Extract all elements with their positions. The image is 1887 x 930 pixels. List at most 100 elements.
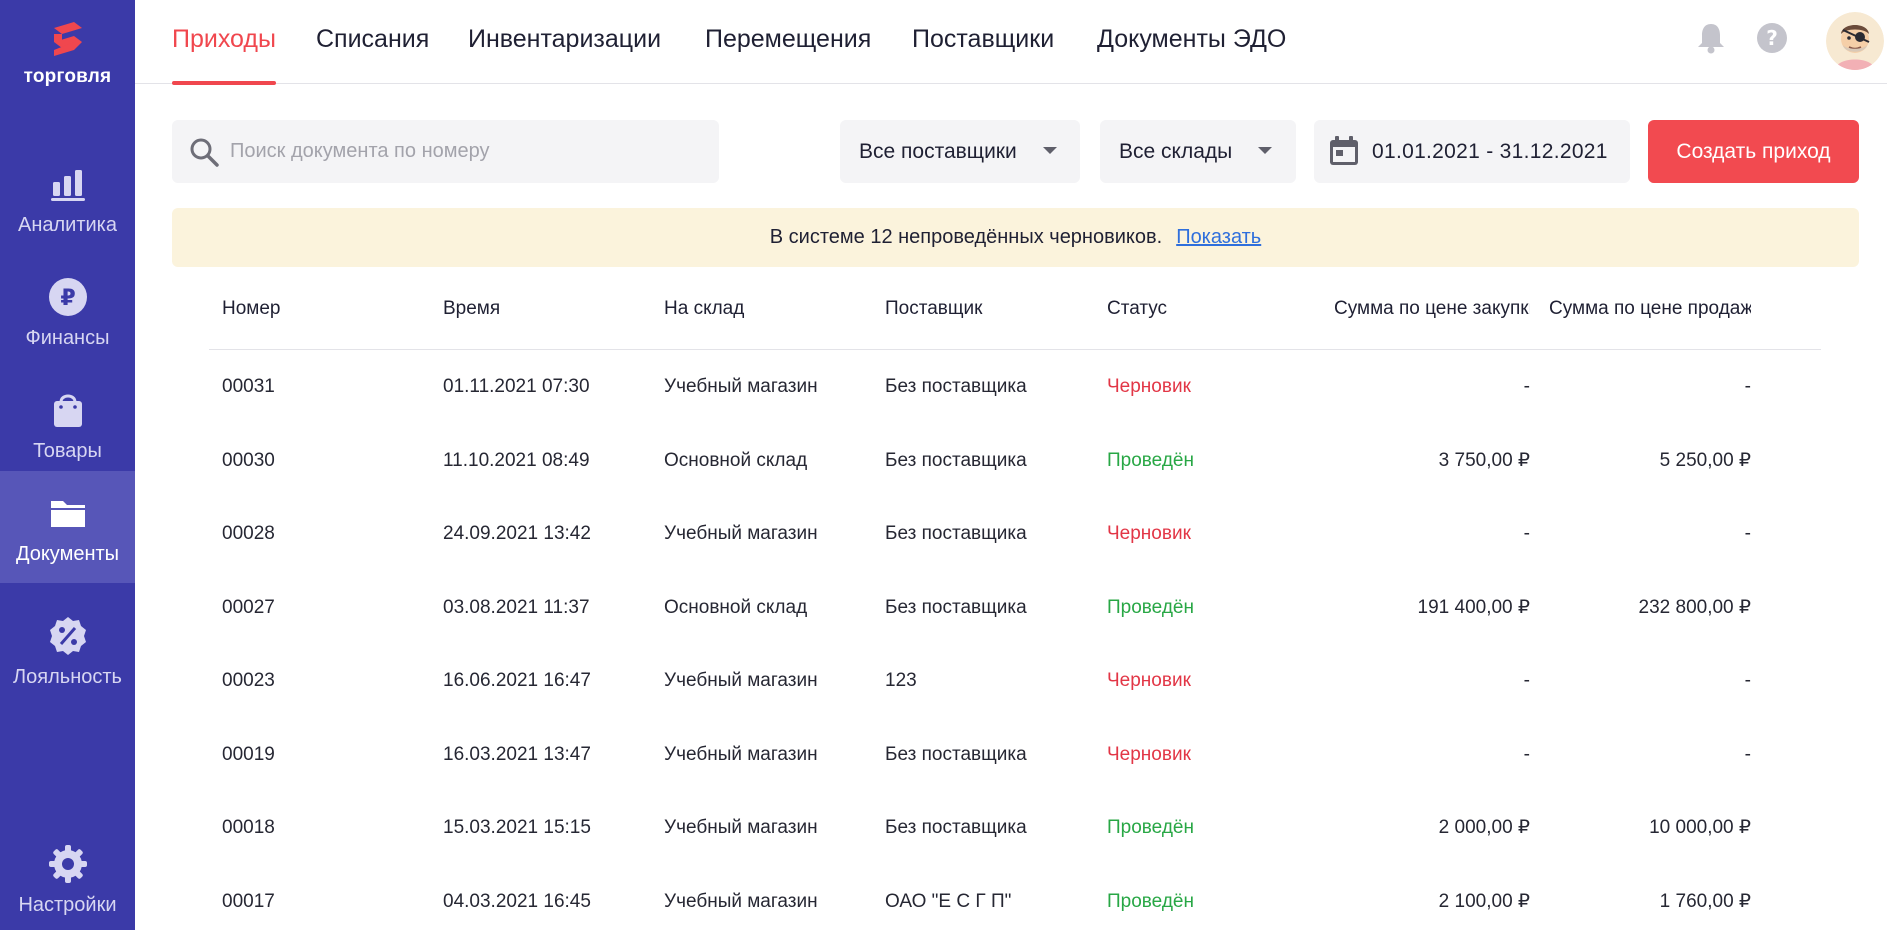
logo-icon bbox=[53, 22, 82, 56]
search-box[interactable] bbox=[172, 120, 719, 183]
sidebar-item-settings[interactable]: Настройки bbox=[0, 822, 135, 930]
column-header-warehouse[interactable]: На склад bbox=[664, 288, 864, 330]
cell-purchase-sum: - bbox=[1523, 670, 1530, 691]
cell-number: 00018 bbox=[222, 817, 275, 838]
table-row[interactable]: 00028 24.09.2021 13:42 Учебный магазин Без … bbox=[209, 497, 1821, 570]
cell-warehouse: Учебный магазин bbox=[664, 376, 818, 397]
column-header-sale-sum[interactable]: Сумма по цене продажи bbox=[1549, 288, 1751, 330]
cell-time: 16.06.2021 16:47 bbox=[443, 670, 591, 691]
cell-purchase-sum: 2 100,00 ₽ bbox=[1438, 891, 1530, 912]
column-header-time[interactable]: Время bbox=[443, 288, 643, 330]
column-header-purchase-sum[interactable]: Сумма по цене закупки bbox=[1328, 288, 1530, 330]
cell-status: Проведён bbox=[1107, 891, 1194, 912]
drafts-notice-banner: В системе 12 непроведённых черновиков. По… bbox=[172, 208, 1859, 267]
cell-warehouse: Основной склад bbox=[664, 597, 808, 618]
drafts-notice-text: В системе 12 непроведённых черновиков. bbox=[769, 226, 1163, 248]
tab-receipts[interactable]: Приходы bbox=[172, 0, 276, 85]
column-header-supplier[interactable]: Поставщик bbox=[885, 288, 1085, 330]
cell-sale-sum: - bbox=[1744, 744, 1751, 765]
bell-icon[interactable] bbox=[1693, 20, 1729, 56]
sidebar-item-products[interactable]: Товары bbox=[0, 368, 135, 480]
cell-supplier: Без поставщика bbox=[885, 817, 1027, 838]
cell-sale-sum: 232 800,00 ₽ bbox=[1638, 597, 1751, 618]
cell-purchase-sum: - bbox=[1523, 523, 1530, 544]
table-row[interactable]: 00017 04.03.2021 16:45 Учебный магазин ОАО … bbox=[209, 865, 1821, 930]
app-logo[interactable]: торговля bbox=[0, 20, 135, 88]
cell-sale-sum: - bbox=[1744, 376, 1751, 397]
cell-number: 00019 bbox=[222, 744, 275, 765]
cell-status: Проведён bbox=[1107, 817, 1194, 838]
sidebar-item-label: Настройки bbox=[18, 894, 117, 916]
avatar-image bbox=[1826, 12, 1884, 70]
search-input[interactable] bbox=[230, 120, 700, 183]
table-row[interactable]: 00027 03.08.2021 11:37 Основной склад Без п… bbox=[209, 571, 1821, 644]
cell-time: 16.03.2021 13:47 bbox=[443, 744, 591, 765]
column-header-status[interactable]: Статус bbox=[1107, 288, 1307, 330]
sidebar-item-documents[interactable]: Документы bbox=[0, 471, 135, 583]
bar-chart-icon bbox=[50, 170, 85, 201]
tab-write-offs[interactable]: Списания bbox=[316, 0, 429, 84]
cell-supplier: Без поставщика bbox=[885, 450, 1027, 471]
cell-sale-sum: 10 000,00 ₽ bbox=[1649, 817, 1751, 838]
sidebar: торговля Аналитика ₽ Финансы Товары Доку… bbox=[0, 0, 135, 930]
show-drafts-link[interactable]: Показать bbox=[1176, 226, 1261, 248]
shopping-bag-icon bbox=[53, 394, 82, 427]
sidebar-item-label: Документы bbox=[15, 543, 120, 565]
cell-number: 00030 bbox=[222, 450, 275, 471]
cell-sale-sum: - bbox=[1744, 523, 1751, 544]
discount-badge-icon bbox=[49, 617, 86, 655]
cell-warehouse: Учебный магазин bbox=[664, 891, 818, 912]
cell-status: Проведён bbox=[1107, 450, 1194, 471]
cell-number: 00017 bbox=[222, 891, 275, 912]
cell-status: Черновик bbox=[1107, 670, 1191, 691]
supplier-select[interactable]: Все поставщики bbox=[840, 120, 1080, 183]
cell-time: 24.09.2021 13:42 bbox=[443, 523, 591, 544]
cell-warehouse: Учебный магазин bbox=[664, 744, 818, 765]
top-tabs-bar: Приходы Списания Инвентаризации Перемеще… bbox=[135, 0, 1887, 85]
cell-status: Черновик bbox=[1107, 376, 1191, 397]
cell-purchase-sum: - bbox=[1523, 744, 1530, 765]
tab-transfers[interactable]: Перемещения bbox=[705, 0, 871, 84]
cell-warehouse: Основной склад bbox=[664, 450, 808, 471]
tab-edo-documents[interactable]: Документы ЭДО bbox=[1097, 0, 1286, 84]
cell-warehouse: Учебный магазин bbox=[664, 523, 818, 544]
date-range-picker[interactable]: 01.01.2021 - 31.12.2021 bbox=[1314, 120, 1630, 183]
table-row[interactable]: 00031 01.11.2021 07:30 Учебный магазин Без … bbox=[209, 350, 1821, 423]
cell-time: 03.08.2021 11:37 bbox=[443, 597, 590, 618]
sidebar-item-finance[interactable]: ₽ Финансы bbox=[0, 255, 135, 367]
sidebar-item-label: Лояльность bbox=[13, 666, 122, 688]
cell-sale-sum: 5 250,00 ₽ bbox=[1659, 450, 1751, 471]
cell-warehouse: Учебный магазин bbox=[664, 817, 818, 838]
ruble-icon: ₽ bbox=[48, 278, 87, 316]
column-header-number[interactable]: Номер bbox=[222, 288, 422, 330]
sidebar-item-label: Товары bbox=[33, 440, 102, 462]
cell-sale-sum: - bbox=[1744, 670, 1751, 691]
table-row[interactable]: 00023 16.06.2021 16:47 Учебный магазин 123 Ч… bbox=[209, 644, 1821, 717]
cell-supplier: ОАО "Е С Г П" bbox=[885, 891, 1012, 912]
tab-suppliers[interactable]: Поставщики bbox=[912, 0, 1054, 84]
table-row[interactable]: 00030 11.10.2021 08:49 Основной склад Без п… bbox=[209, 424, 1821, 497]
cell-purchase-sum: 2 000,00 ₽ bbox=[1438, 817, 1530, 838]
date-range-value: 01.01.2021 - 31.12.2021 bbox=[1372, 140, 1608, 163]
sidebar-item-loyalty[interactable]: Лояльность bbox=[0, 594, 135, 706]
create-receipt-button[interactable]: Создать приход bbox=[1648, 120, 1859, 183]
cell-warehouse: Учебный магазин bbox=[664, 670, 818, 691]
cell-supplier: Без поставщика bbox=[885, 523, 1027, 544]
sidebar-item-label: Аналитика bbox=[18, 214, 117, 236]
search-icon bbox=[190, 138, 219, 167]
column-header-purchase-sum-label: Сумма по цене закупки bbox=[1334, 298, 1530, 319]
cell-sale-sum: 1 760,00 ₽ bbox=[1659, 891, 1751, 912]
cell-status: Черновик bbox=[1107, 744, 1191, 765]
table-row[interactable]: 00019 16.03.2021 13:47 Учебный магазин Без … bbox=[209, 718, 1821, 791]
sidebar-item-analytics[interactable]: Аналитика bbox=[0, 142, 135, 254]
warehouse-select[interactable]: Все склады bbox=[1100, 120, 1296, 183]
table-row[interactable]: 00018 15.03.2021 15:15 Учебный магазин Без … bbox=[209, 791, 1821, 864]
chevron-down-icon bbox=[1043, 147, 1057, 154]
cell-number: 00031 bbox=[222, 376, 275, 397]
tab-inventories[interactable]: Инвентаризации bbox=[468, 0, 661, 84]
help-icon[interactable]: ? bbox=[1754, 20, 1790, 56]
cell-purchase-sum: 191 400,00 ₽ bbox=[1417, 597, 1530, 618]
cell-number: 00028 bbox=[222, 523, 275, 544]
user-avatar[interactable] bbox=[1826, 12, 1884, 70]
gear-icon bbox=[48, 845, 87, 883]
